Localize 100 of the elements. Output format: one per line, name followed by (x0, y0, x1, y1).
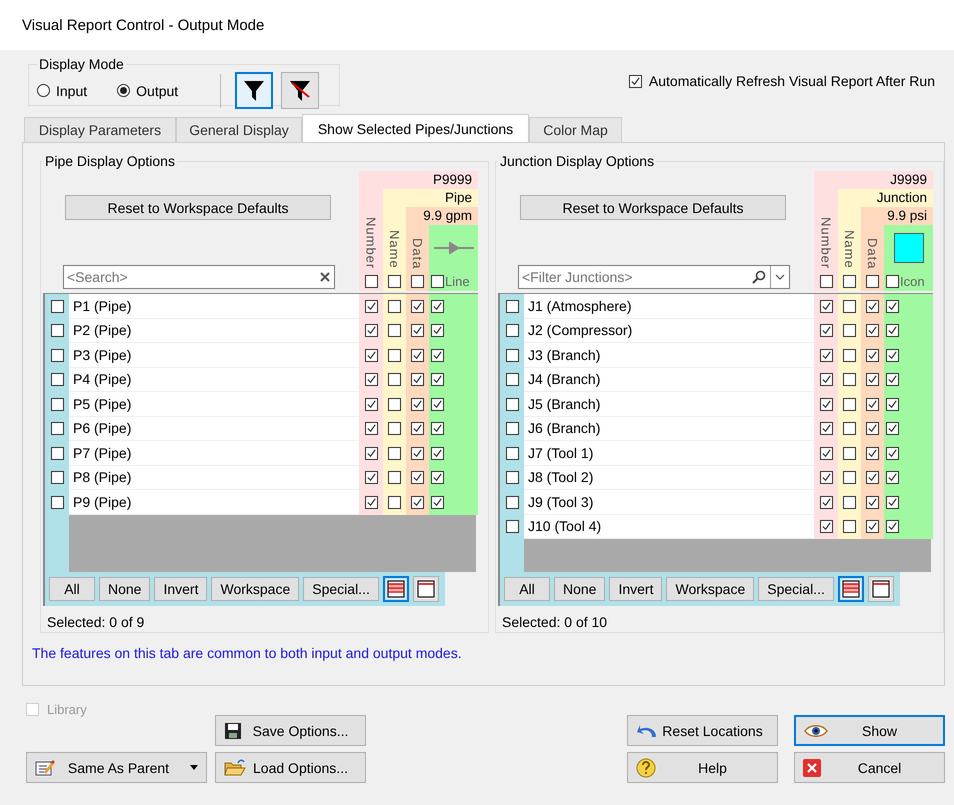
show-button[interactable]: Show (794, 715, 945, 746)
checkbox[interactable] (431, 398, 444, 411)
reset-locations-button[interactable]: Reset Locations (627, 715, 778, 746)
checkbox[interactable] (431, 348, 444, 362)
checkbox[interactable] (364, 496, 378, 509)
checkbox[interactable] (388, 446, 401, 460)
selection-button[interactable]: None (99, 577, 150, 601)
cancel-button[interactable]: Cancel (794, 752, 945, 783)
column-checkbox[interactable] (886, 274, 899, 288)
auto-refresh-checkbox[interactable] (628, 74, 642, 88)
checkbox[interactable] (886, 398, 899, 411)
checkbox[interactable] (388, 373, 401, 386)
help-button[interactable]: Help (627, 752, 778, 783)
row-checkbox[interactable] (50, 398, 64, 411)
checkbox[interactable] (411, 422, 424, 436)
checkbox[interactable] (886, 324, 899, 338)
checkbox[interactable] (364, 398, 378, 411)
list-item[interactable]: J6 (Branch) (524, 416, 814, 441)
checkbox[interactable] (843, 422, 856, 436)
checkbox[interactable] (364, 422, 378, 436)
checkbox[interactable] (820, 398, 832, 411)
row-checkbox[interactable] (506, 300, 518, 313)
checkbox[interactable] (843, 446, 856, 460)
search-field[interactable]: <Search> (63, 265, 335, 289)
checkbox[interactable] (866, 446, 879, 460)
selection-button[interactable]: All (504, 577, 550, 601)
row-checkbox[interactable] (50, 422, 64, 436)
checkbox[interactable] (886, 446, 899, 460)
same-as-parent-dropdown[interactable]: Same As Parent (26, 752, 207, 783)
checkbox[interactable] (388, 348, 401, 362)
reset-defaults-button[interactable]: Reset to Workspace Defaults (520, 195, 786, 220)
checkbox[interactable] (843, 324, 856, 338)
checkbox[interactable] (388, 471, 401, 484)
list-item[interactable]: J10 (Tool 4) (524, 514, 814, 539)
column-checkbox[interactable] (866, 274, 879, 288)
header-row-view-button[interactable] (412, 576, 439, 602)
tab[interactable]: Display Parameters (24, 117, 176, 142)
checkbox[interactable] (820, 300, 832, 313)
checkbox[interactable] (411, 496, 424, 509)
checkbox[interactable] (411, 300, 424, 313)
list-item[interactable]: J4 (Branch) (524, 368, 814, 392)
filter-button[interactable] (235, 72, 274, 109)
row-checkbox[interactable] (506, 422, 518, 436)
column-checkbox[interactable] (388, 274, 401, 288)
checkbox[interactable] (820, 520, 832, 534)
load-options-button[interactable]: Load Options... (215, 752, 366, 783)
list-item[interactable]: P8 (Pipe) (69, 466, 359, 490)
row-checkbox[interactable] (506, 324, 518, 338)
row-checkbox[interactable] (506, 446, 518, 460)
search-field[interactable]: <Filter Junctions> (519, 269, 748, 285)
list-item[interactable]: J2 (Compressor) (524, 318, 814, 343)
selection-button[interactable]: Invert (154, 577, 208, 601)
checkbox[interactable] (886, 471, 899, 484)
checkbox[interactable] (866, 471, 879, 484)
selection-button[interactable]: Special... (303, 577, 379, 601)
checkbox[interactable] (886, 496, 899, 509)
checkbox[interactable] (886, 520, 899, 534)
checkbox[interactable] (411, 373, 424, 386)
checkbox[interactable] (431, 373, 444, 386)
checkbox[interactable] (431, 422, 444, 436)
checkbox[interactable] (843, 520, 856, 534)
row-checkbox[interactable] (50, 496, 64, 509)
checkbox[interactable] (866, 496, 879, 509)
checkbox[interactable] (431, 471, 444, 484)
checkbox[interactable] (364, 348, 378, 362)
row-checkbox[interactable] (50, 471, 64, 484)
list-item[interactable]: P9 (Pipe) (69, 490, 359, 514)
column-checkbox[interactable] (843, 274, 856, 288)
checkbox[interactable] (843, 471, 856, 484)
clear-filter-button[interactable] (281, 72, 320, 109)
checkbox[interactable] (431, 300, 444, 313)
tab[interactable]: Show Selected Pipes/Junctions (302, 114, 529, 142)
checkbox[interactable] (843, 373, 856, 386)
checkbox[interactable] (866, 324, 879, 338)
row-checkbox[interactable] (50, 300, 64, 313)
list-item[interactable]: P7 (Pipe) (69, 441, 359, 466)
checkbox[interactable] (411, 324, 424, 338)
checkbox[interactable] (364, 446, 378, 460)
checkbox[interactable] (364, 300, 378, 313)
checkbox[interactable] (843, 398, 856, 411)
checkbox[interactable] (431, 446, 444, 460)
selection-button[interactable]: Special... (758, 577, 834, 601)
checkbox[interactable] (820, 496, 832, 509)
list-item[interactable]: P1 (Pipe) (69, 294, 359, 318)
list-item[interactable]: P5 (Pipe) (69, 392, 359, 416)
selection-button[interactable]: Workspace (666, 577, 754, 601)
list-item[interactable]: P3 (Pipe) (69, 343, 359, 368)
checkbox[interactable] (364, 373, 378, 386)
row-checkbox[interactable] (506, 520, 518, 534)
checkbox[interactable] (866, 300, 879, 313)
list-item[interactable]: J9 (Tool 3) (524, 490, 814, 514)
row-checkbox[interactable] (506, 496, 518, 509)
checkbox[interactable] (886, 348, 899, 362)
checkbox[interactable] (388, 422, 401, 436)
all-rows-view-button[interactable] (838, 576, 864, 602)
checkbox[interactable] (820, 422, 832, 436)
row-checkbox[interactable] (506, 398, 518, 411)
list-item[interactable]: P2 (Pipe) (69, 318, 359, 343)
row-checkbox[interactable] (50, 373, 64, 386)
row-checkbox[interactable] (506, 373, 518, 386)
